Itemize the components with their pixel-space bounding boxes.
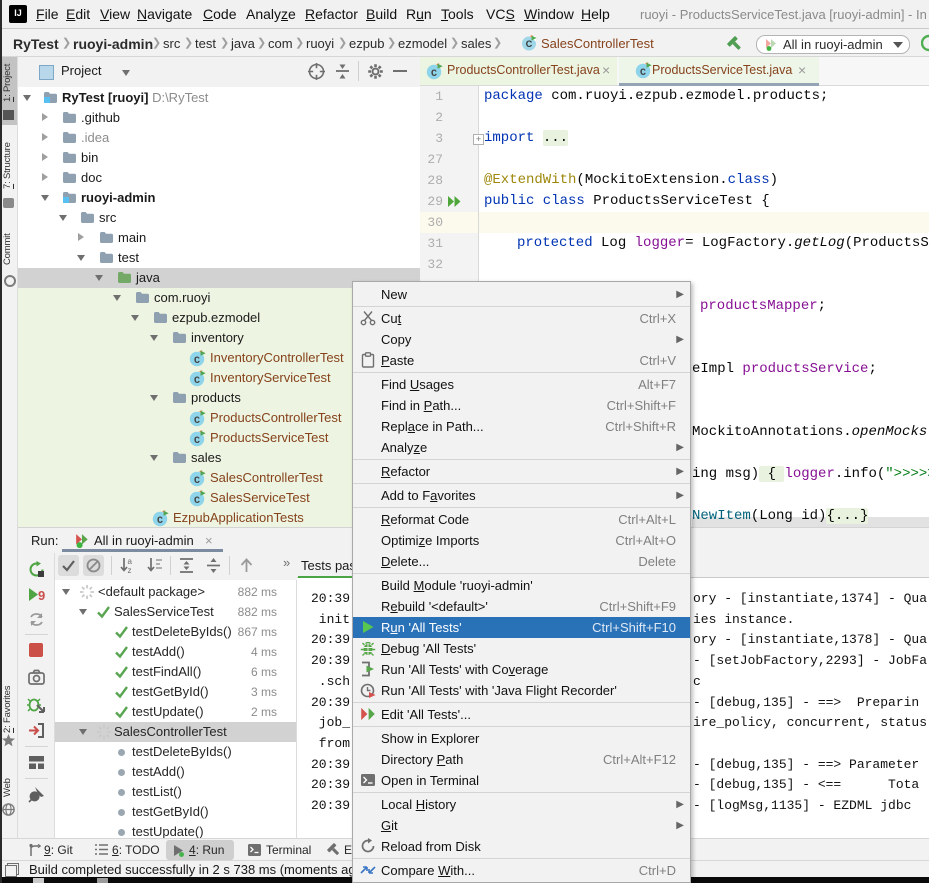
svg-text:a: a [128, 557, 133, 566]
svg-text:9: 9 [38, 588, 45, 603]
svg-text:z: z [128, 566, 132, 574]
svg-text:C: C [526, 39, 533, 49]
